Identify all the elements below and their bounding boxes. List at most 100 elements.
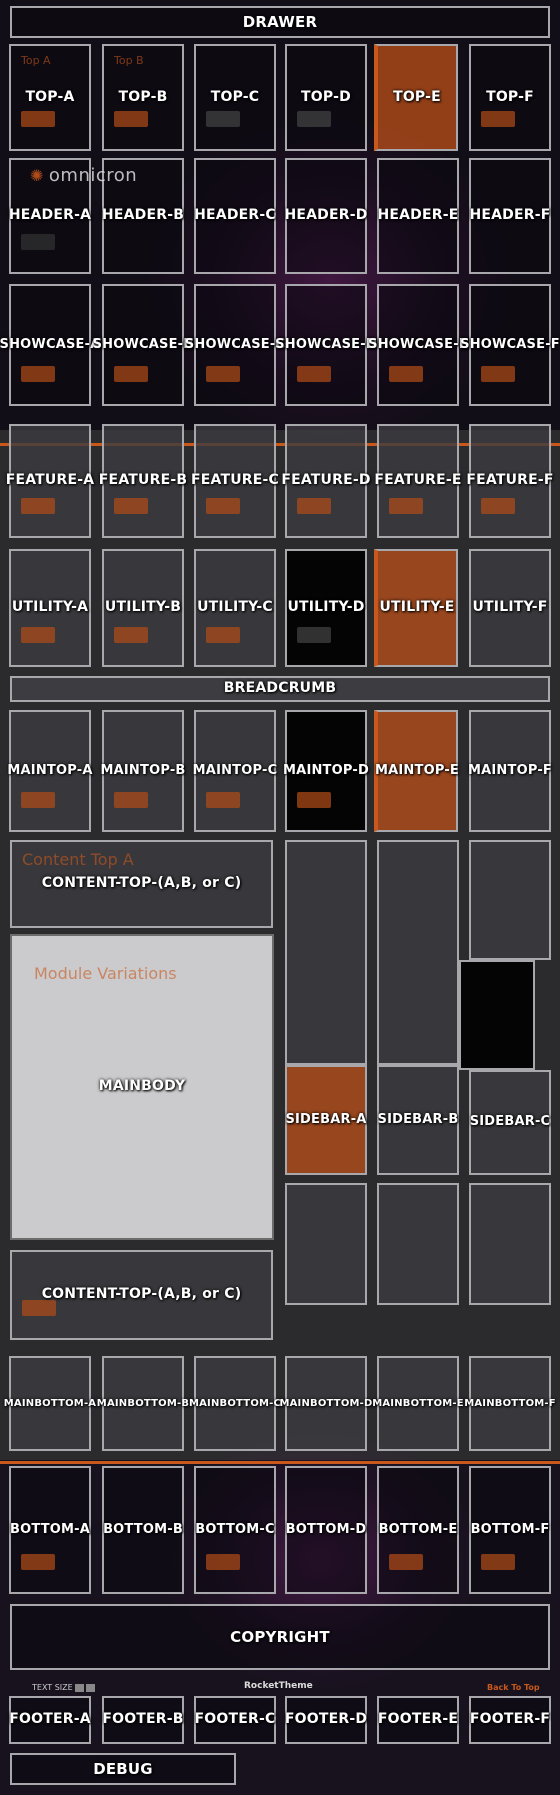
showcase-c-position: SHOWCASE-C xyxy=(185,284,285,406)
showcase-d-position: SHOWCASE-D xyxy=(275,284,377,406)
footer-e-label: FOOTER-E xyxy=(377,1711,459,1728)
bottom-c-label: BOTTOM-C xyxy=(195,1521,275,1537)
mainbottom-c-position: MAINBOTTOM-C xyxy=(189,1356,281,1451)
sidebar-b-column xyxy=(377,840,459,1065)
sidebar-c-lower xyxy=(469,1183,551,1305)
top-b-label: TOP-B xyxy=(118,88,168,105)
footer-b-position: FOOTER-B xyxy=(102,1696,184,1744)
top-a-label: TOP-A xyxy=(25,88,75,105)
top-f-label: TOP-F xyxy=(486,88,534,105)
more-button-ghost[interactable] xyxy=(389,366,423,382)
more-button-ghost[interactable] xyxy=(114,627,148,643)
more-button-ghost[interactable] xyxy=(21,792,55,808)
more-button-ghost[interactable] xyxy=(21,627,55,643)
text-size-control[interactable]: TEXT SIZE xyxy=(32,1683,95,1692)
feature-c-label: FEATURE-C xyxy=(190,472,280,489)
more-button-ghost[interactable] xyxy=(481,1554,515,1570)
mainbottom-f-label: MAINBOTTOM-F xyxy=(464,1398,556,1409)
more-button-ghost[interactable] xyxy=(206,792,240,808)
footer-d-position: FOOTER-D xyxy=(285,1696,367,1744)
more-button-ghost[interactable] xyxy=(21,366,55,382)
bottom-b-label: BOTTOM-B xyxy=(103,1521,183,1537)
site-logo[interactable]: ✺ omnicron xyxy=(30,165,137,186)
content-bottom-position: CONTENT-TOP-(A,B, or C) xyxy=(10,1250,273,1340)
feature-f-label: FEATURE-F xyxy=(466,472,554,489)
feature-d-label: FEATURE-D xyxy=(281,472,371,489)
more-button-ghost[interactable] xyxy=(297,498,331,514)
bottom-b-position: BOTTOM-B xyxy=(102,1466,184,1594)
rockettheme-logo[interactable]: RocketTheme xyxy=(244,1681,313,1691)
maintop-f-position: MAINTOP-F xyxy=(468,710,553,832)
text-smaller-icon[interactable] xyxy=(74,1683,84,1692)
more-button-ghost[interactable] xyxy=(114,792,148,808)
utility-toolbar: TEXT SIZE RocketTheme Back To Top xyxy=(0,1678,560,1698)
showcase-d-label: SHOWCASE-D xyxy=(275,336,377,352)
more-button-ghost[interactable] xyxy=(297,111,331,127)
utility-d-label: UTILITY-D xyxy=(287,599,365,616)
more-button-ghost[interactable] xyxy=(21,1554,55,1570)
utility-a-position: UTILITY-A xyxy=(9,549,91,667)
module-title-ghost: Module Variations xyxy=(34,964,177,983)
more-button-ghost[interactable] xyxy=(206,498,240,514)
top-c-position: TOP-C xyxy=(194,44,276,151)
more-button-ghost[interactable] xyxy=(21,234,55,250)
utility-e-position: UTILITY-E xyxy=(374,549,458,667)
maintop-b-position: MAINTOP-B xyxy=(100,710,186,832)
more-button-ghost[interactable] xyxy=(114,111,148,127)
more-button-ghost[interactable] xyxy=(389,1554,423,1570)
sidebar-c-column xyxy=(469,840,551,960)
showcase-b-label: SHOWCASE-B xyxy=(92,336,194,352)
copyright-label: COPYRIGHT xyxy=(230,1627,330,1646)
footer-a-label: FOOTER-A xyxy=(9,1711,91,1728)
sidebar-c-label: SIDEBAR-C xyxy=(469,1114,551,1130)
more-button-ghost[interactable] xyxy=(206,111,240,127)
more-button-ghost[interactable] xyxy=(297,366,331,382)
sidebar-a-position: SIDEBAR-A xyxy=(285,1065,367,1175)
maintop-e-position: MAINTOP-E xyxy=(374,710,459,832)
content-top-position: Content Top A CONTENT-TOP-(A,B, or C) xyxy=(10,840,273,928)
module-title-ghost: Top A xyxy=(21,54,51,67)
footer-f-label: FOOTER-F xyxy=(469,1711,551,1728)
maintop-c-position: MAINTOP-C xyxy=(193,710,277,832)
more-button-ghost[interactable] xyxy=(297,792,331,808)
more-button-ghost[interactable] xyxy=(114,366,148,382)
more-button-ghost[interactable] xyxy=(481,111,515,127)
mainbody-position: Module Variations MAINBODY xyxy=(10,934,274,1240)
more-button-ghost[interactable] xyxy=(206,1554,240,1570)
more-button-ghost[interactable] xyxy=(389,498,423,514)
mainbottom-a-label: MAINBOTTOM-A xyxy=(3,1398,97,1409)
bottom-e-position: BOTTOM-E xyxy=(377,1466,459,1594)
module-title-ghost: Content Top A xyxy=(22,850,134,869)
footer-c-position: FOOTER-C xyxy=(194,1696,276,1744)
drawer-position: DRAWER xyxy=(10,6,550,38)
maintop-d-label: MAINTOP-D xyxy=(283,762,369,778)
text-size-label: TEXT SIZE xyxy=(32,1683,73,1692)
feature-a-position: FEATURE-A xyxy=(6,424,94,538)
feature-b-position: FEATURE-B xyxy=(99,424,187,538)
more-button-ghost[interactable] xyxy=(114,498,148,514)
more-button-ghost[interactable] xyxy=(206,366,240,382)
footer-a-position: FOOTER-A xyxy=(9,1696,91,1744)
more-button-ghost[interactable] xyxy=(206,627,240,643)
back-to-top-link[interactable]: Back To Top xyxy=(487,1683,540,1692)
more-button-ghost[interactable] xyxy=(481,498,515,514)
top-a-position: Top A TOP-A xyxy=(9,44,91,151)
maintop-b-label: MAINTOP-B xyxy=(100,762,186,778)
content-bottom-label: CONTENT-TOP-(A,B, or C) xyxy=(41,1286,242,1303)
text-larger-icon[interactable] xyxy=(85,1683,95,1692)
header-b-label: HEADER-B xyxy=(101,207,185,224)
breadcrumb-label: BREADCRUMB xyxy=(223,680,337,697)
showcase-a-position: SHOWCASE-A xyxy=(0,284,100,406)
header-d-position: HEADER-D xyxy=(284,158,367,274)
utility-a-label: UTILITY-A xyxy=(11,599,89,616)
top-e-label: TOP-E xyxy=(393,88,441,105)
more-button-ghost[interactable] xyxy=(21,111,55,127)
more-button-ghost[interactable] xyxy=(297,627,331,643)
maintop-a-label: MAINTOP-A xyxy=(7,762,93,778)
header-f-label: HEADER-F xyxy=(469,207,551,224)
showcase-e-position: SHOWCASE-E xyxy=(368,284,468,406)
maintop-f-label: MAINTOP-F xyxy=(468,762,553,778)
more-button-ghost[interactable] xyxy=(21,498,55,514)
content-top-label: CONTENT-TOP-(A,B, or C) xyxy=(41,875,242,892)
more-button-ghost[interactable] xyxy=(481,366,515,382)
